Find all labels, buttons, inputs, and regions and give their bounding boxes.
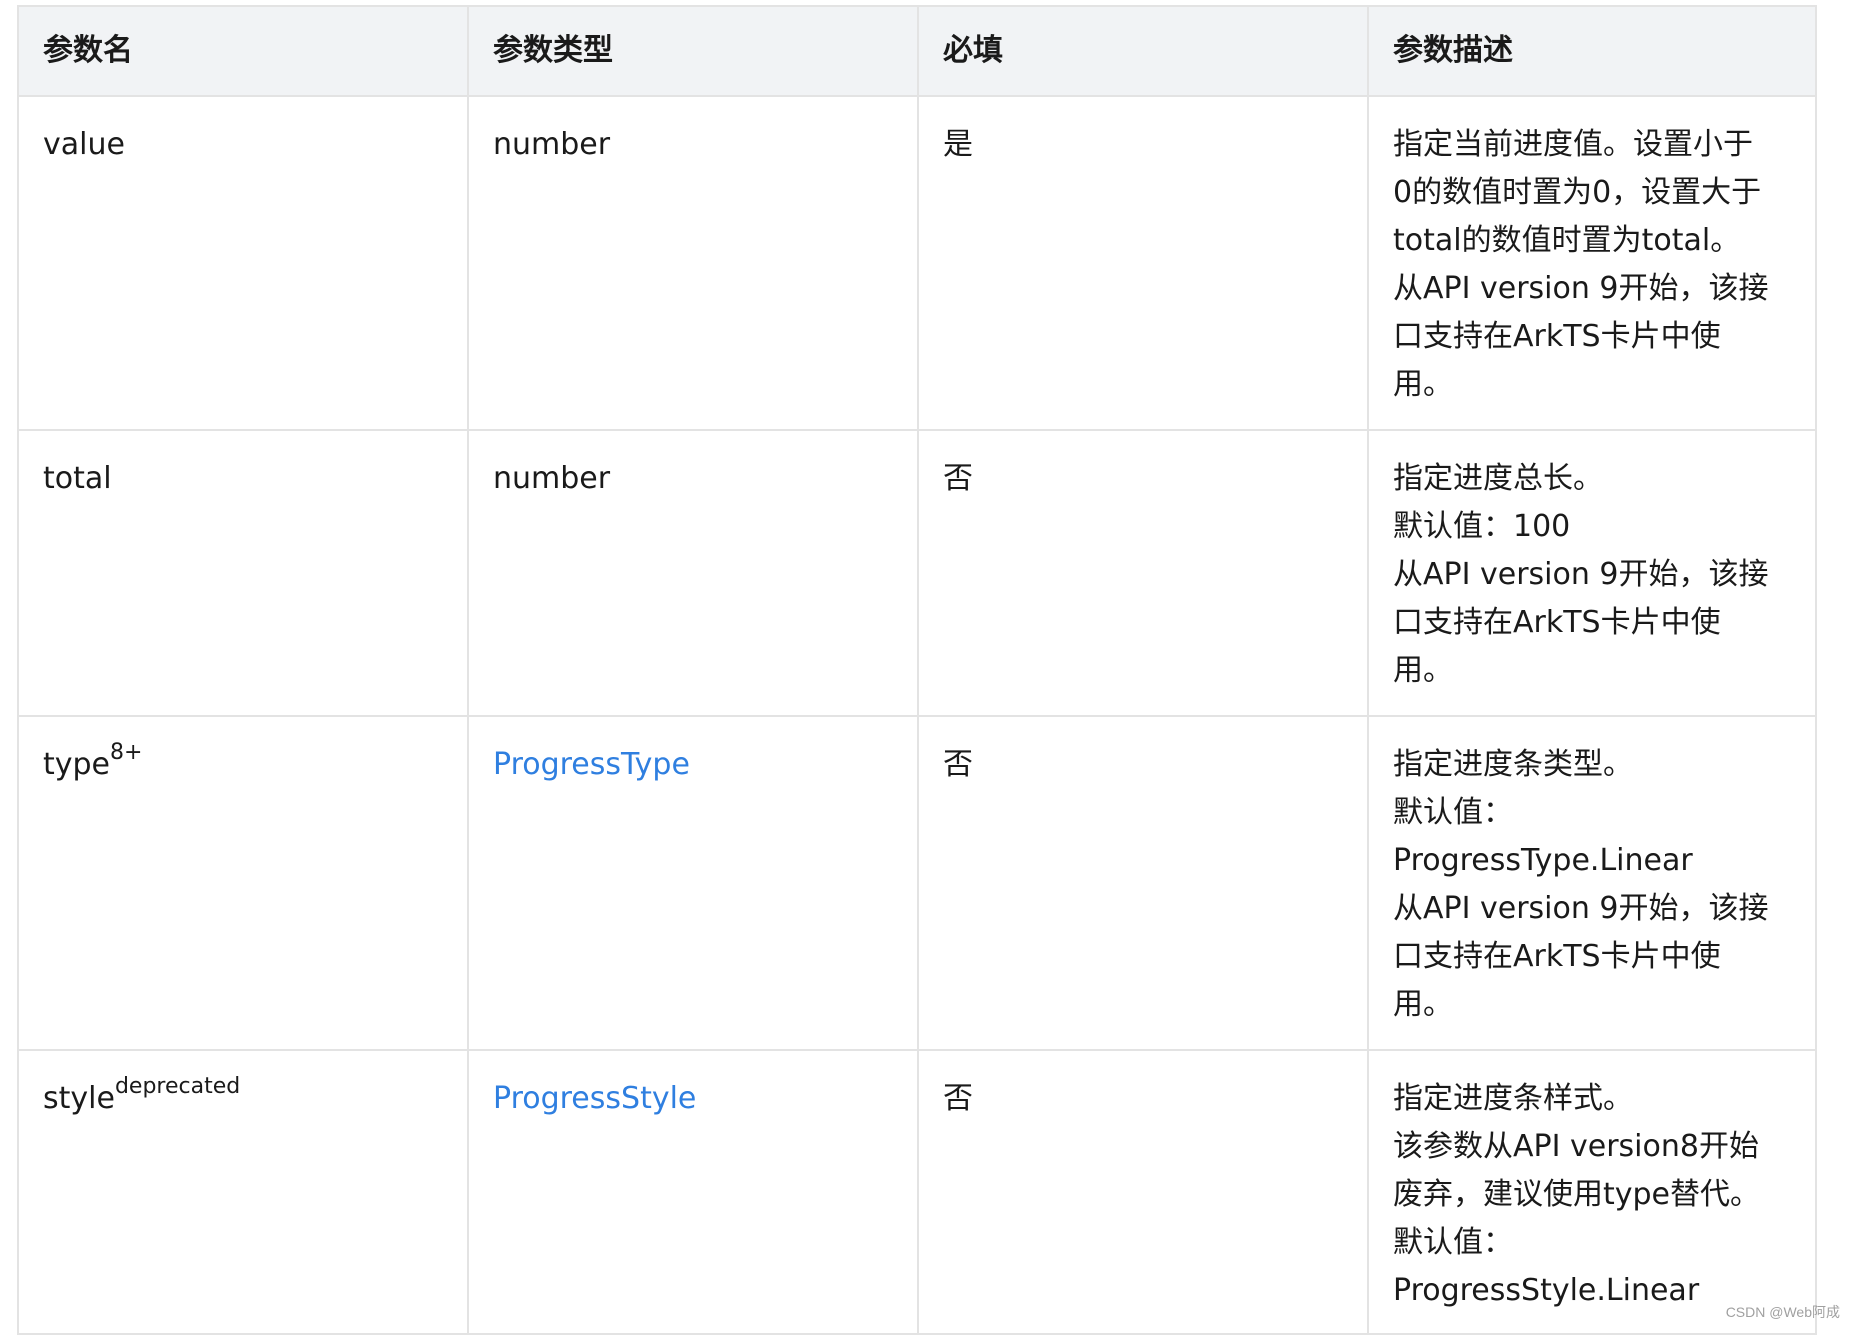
param-type-cell: number [467,95,919,431]
description-line: 口支持在ArkTS卡片中使 [1393,319,1721,354]
param-name-cell: total [17,429,469,717]
param-name-cell: type8+ [17,715,469,1051]
header-param-type: 参数类型 [467,5,919,97]
header-param-description: 参数描述 [1367,5,1817,97]
version-superscript: 8+ [110,740,143,765]
param-name: style [43,1081,115,1116]
watermark: CSDN @Web阿成 [1725,1304,1840,1320]
progress-style-link[interactable]: ProgressStyle [493,1081,696,1116]
param-name-cell: value [17,95,469,431]
description-line: 从API version 9开始，该接 [1393,271,1769,306]
description-line: 该参数从API version8开始 [1393,1129,1759,1164]
description-line: 用。 [1393,987,1453,1022]
param-name: value [43,127,125,162]
table-row-value: value number 是 指定当前进度值。设置小于 0的数值时置为0，设置大… [17,95,1817,431]
required-value: 否 [943,1081,973,1116]
description-line: 用。 [1393,653,1453,688]
description-line: ProgressType.Linear [1393,843,1693,878]
progress-type-link[interactable]: ProgressType [493,747,690,782]
header-row: 参数名 参数类型 必填 参数描述 [17,5,1817,97]
parameter-table: 参数名 参数类型 必填 参数描述 value number 是 指定当前进度值。… [17,5,1817,1335]
description-line: 指定进度条样式。 [1393,1081,1633,1116]
description-line: 默认值：100 [1393,509,1571,544]
header-param-name: 参数名 [17,5,469,97]
required-value: 否 [943,461,973,496]
required-cell: 是 [917,95,1369,431]
required-value: 是 [943,127,973,162]
param-type-cell: ProgressStyle [467,1049,919,1335]
description-line: 废弃，建议使用type替代。 [1393,1177,1761,1212]
description-line: 指定进度条类型。 [1393,747,1633,782]
description-line: 指定当前进度值。设置小于 [1393,127,1753,162]
deprecated-superscript: deprecated [114,1074,241,1099]
param-name: type [43,747,111,782]
required-cell: 否 [917,1049,1369,1335]
description-line: 用。 [1393,367,1453,402]
table-header: 参数名 参数类型 必填 参数描述 [17,5,1817,97]
table-row-total: total number 否 指定进度总长。 默认值：100 从API vers… [17,429,1817,717]
table-row-style: styledeprecated ProgressStyle 否 指定进度条样式。… [17,1049,1817,1335]
param-type-cell: number [467,429,919,717]
description-line: 从API version 9开始，该接 [1393,557,1769,592]
required-cell: 否 [917,715,1369,1051]
description-line: total的数值时置为total。 [1393,223,1741,258]
description-cell: 指定进度总长。 默认值：100 从API version 9开始，该接 口支持在… [1367,429,1817,717]
description-cell: 指定当前进度值。设置小于 0的数值时置为0，设置大于 total的数值时置为to… [1367,95,1817,431]
header-required: 必填 [917,5,1369,97]
description-line: 指定进度总长。 [1393,461,1603,496]
param-type: number [493,127,611,162]
required-value: 否 [943,747,973,782]
description-line: 默认值： [1393,795,1513,830]
description-cell: 指定进度条样式。 该参数从API version8开始 废弃，建议使用type替… [1367,1049,1817,1335]
param-name-cell: styledeprecated [17,1049,469,1335]
description-line: 从API version 9开始，该接 [1393,891,1769,926]
param-type: number [493,461,611,496]
description-line: 0的数值时置为0，设置大于 [1393,175,1762,210]
table-row-type: type8+ ProgressType 否 指定进度条类型。 默认值： Prog… [17,715,1817,1051]
description-line: 口支持在ArkTS卡片中使 [1393,939,1721,974]
param-name: total [43,461,112,496]
required-cell: 否 [917,429,1369,717]
description-cell: 指定进度条类型。 默认值： ProgressType.Linear 从API v… [1367,715,1817,1051]
description-line: 默认值： [1393,1225,1513,1260]
param-type-cell: ProgressType [467,715,919,1051]
description-line: 口支持在ArkTS卡片中使 [1393,605,1721,640]
